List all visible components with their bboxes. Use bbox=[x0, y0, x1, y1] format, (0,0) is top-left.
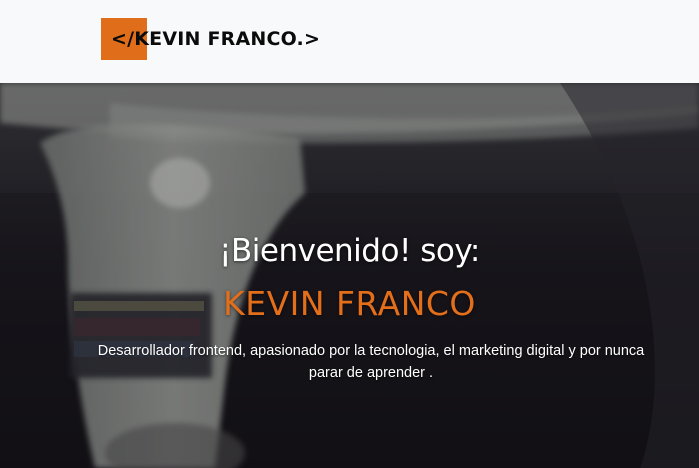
hero-content: ¡Bienvenido! soy: KEVIN FRANCO Desarroll… bbox=[0, 83, 699, 468]
hero-name: KEVIN FRANCO bbox=[223, 284, 476, 323]
hero-section: ¡Bienvenido! soy: KEVIN FRANCO Desarroll… bbox=[0, 83, 699, 468]
navbar: </KEVIN FRANCO.> bbox=[0, 0, 699, 83]
hero-tagline: Desarrollador frontend, apasionado por l… bbox=[97, 343, 645, 381]
logo-text: </KEVIN FRANCO.> bbox=[111, 28, 321, 50]
site-logo[interactable]: </KEVIN FRANCO.> bbox=[101, 18, 320, 60]
hero-greeting: ¡Bienvenido! soy: bbox=[219, 233, 480, 269]
